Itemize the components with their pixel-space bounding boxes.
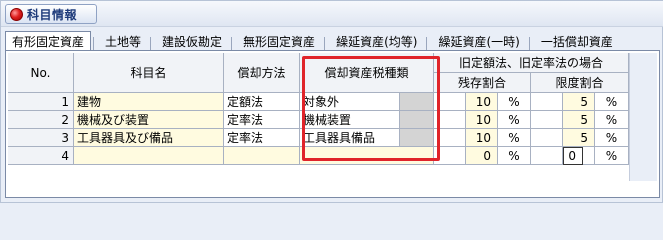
subject-info-window: 科目情報 有形固定資産 土地等 建設仮勘定 無形固定資産 繰延資産(均等) 繰延… — [0, 0, 663, 203]
spacer-cell — [531, 129, 563, 147]
grid-right-gutter — [629, 53, 657, 181]
spacer-cell — [531, 147, 563, 165]
method-cell[interactable] — [224, 147, 300, 165]
spacer-cell — [531, 111, 563, 129]
account-grid: No. 科目名 償却方法 償却資産税種類 旧定額法、旧定率法の場合 残存割合 限… — [8, 53, 629, 181]
header-limit-ratio: 限度割合 — [531, 73, 629, 93]
limit-ratio-input[interactable]: 5 — [563, 93, 595, 111]
tax-type-cell[interactable] — [300, 147, 434, 165]
spacer-cell — [531, 93, 563, 111]
tab-panel: No. 科目名 償却方法 償却資産税種類 旧定額法、旧定率法の場合 残存割合 限… — [5, 50, 660, 198]
percent-label: % — [498, 93, 531, 111]
residual-ratio-input[interactable]: 10 — [466, 93, 498, 111]
header-residual-ratio: 残存割合 — [434, 73, 531, 93]
account-name-cell[interactable]: 工具器具及び備品 — [74, 129, 224, 147]
spacer-cell — [434, 93, 466, 111]
tab-separator — [150, 37, 152, 51]
percent-label: % — [498, 111, 531, 129]
row-number: 3 — [8, 129, 74, 147]
header-old-method-group: 旧定額法、旧定率法の場合 — [434, 53, 629, 73]
percent-label: % — [595, 147, 629, 165]
tab-construction-in-progress[interactable]: 建設仮勘定 — [155, 32, 230, 51]
tax-type-dropdown[interactable] — [400, 111, 434, 129]
tab-separator — [231, 37, 233, 51]
tab-bulk-depreciation-assets[interactable]: 一括償却資産 — [533, 32, 620, 51]
tab-separator — [324, 37, 326, 51]
spacer-cell — [434, 147, 466, 165]
tab-tangible-fixed-assets[interactable]: 有形固定資産 — [5, 31, 92, 51]
row-number: 2 — [8, 111, 74, 129]
residual-ratio-input[interactable]: 10 — [466, 111, 498, 129]
header-depreciation-method: 償却方法 — [224, 53, 300, 93]
account-name-cell[interactable]: 機械及び装置 — [74, 111, 224, 129]
red-dot-icon — [10, 7, 23, 21]
row-number: 4 — [8, 147, 74, 165]
percent-label: % — [595, 93, 629, 111]
header-account-name: 科目名 — [74, 53, 224, 93]
account-name-cell[interactable]: 建物 — [74, 93, 224, 111]
method-cell[interactable]: 定額法 — [224, 93, 300, 111]
spacer-cell — [434, 111, 466, 129]
residual-ratio-input[interactable]: 10 — [466, 129, 498, 147]
method-cell[interactable]: 定率法 — [224, 129, 300, 147]
tax-type-dropdown[interactable] — [400, 93, 434, 111]
percent-label: % — [595, 129, 629, 147]
header-tax-type: 償却資産税種類 — [300, 53, 434, 93]
window-title-tab[interactable]: 科目情報 — [5, 4, 97, 24]
limit-ratio-input[interactable]: 5 — [563, 129, 595, 147]
tax-type-dropdown[interactable] — [400, 129, 434, 147]
tax-type-cell[interactable]: 工具器具備品 — [300, 129, 400, 147]
tab-separator — [93, 37, 95, 51]
header-no: No. — [8, 53, 74, 93]
tax-type-cell[interactable]: 対象外 — [300, 93, 400, 111]
window-title: 科目情報 — [27, 7, 78, 22]
residual-ratio-input[interactable]: 0 — [466, 147, 498, 165]
limit-ratio-input-active[interactable]: 0 — [563, 147, 583, 165]
tax-type-cell[interactable]: 機械装置 — [300, 111, 400, 129]
spacer-cell — [583, 147, 595, 165]
account-name-cell[interactable] — [74, 147, 224, 165]
spacer-cell — [434, 129, 466, 147]
percent-label: % — [595, 111, 629, 129]
row-number: 1 — [8, 93, 74, 111]
tab-intangible-fixed-assets[interactable]: 無形固定資産 — [236, 32, 323, 51]
tab-separator — [528, 37, 530, 51]
percent-label: % — [498, 129, 531, 147]
tab-separator — [426, 37, 428, 51]
limit-ratio-input[interactable]: 5 — [563, 111, 595, 129]
tab-deferred-assets-equal[interactable]: 繰延資産(均等) — [329, 32, 425, 51]
tab-land[interactable]: 土地等 — [98, 32, 149, 51]
method-cell[interactable]: 定率法 — [224, 111, 300, 129]
title-bar: 科目情報 — [1, 1, 663, 27]
tab-deferred-assets-lump[interactable]: 繰延資産(一時) — [431, 32, 527, 51]
percent-label: % — [498, 147, 531, 165]
tab-bar: 有形固定資産 土地等 建設仮勘定 無形固定資産 繰延資産(均等) 繰延資産(一時… — [5, 31, 660, 51]
